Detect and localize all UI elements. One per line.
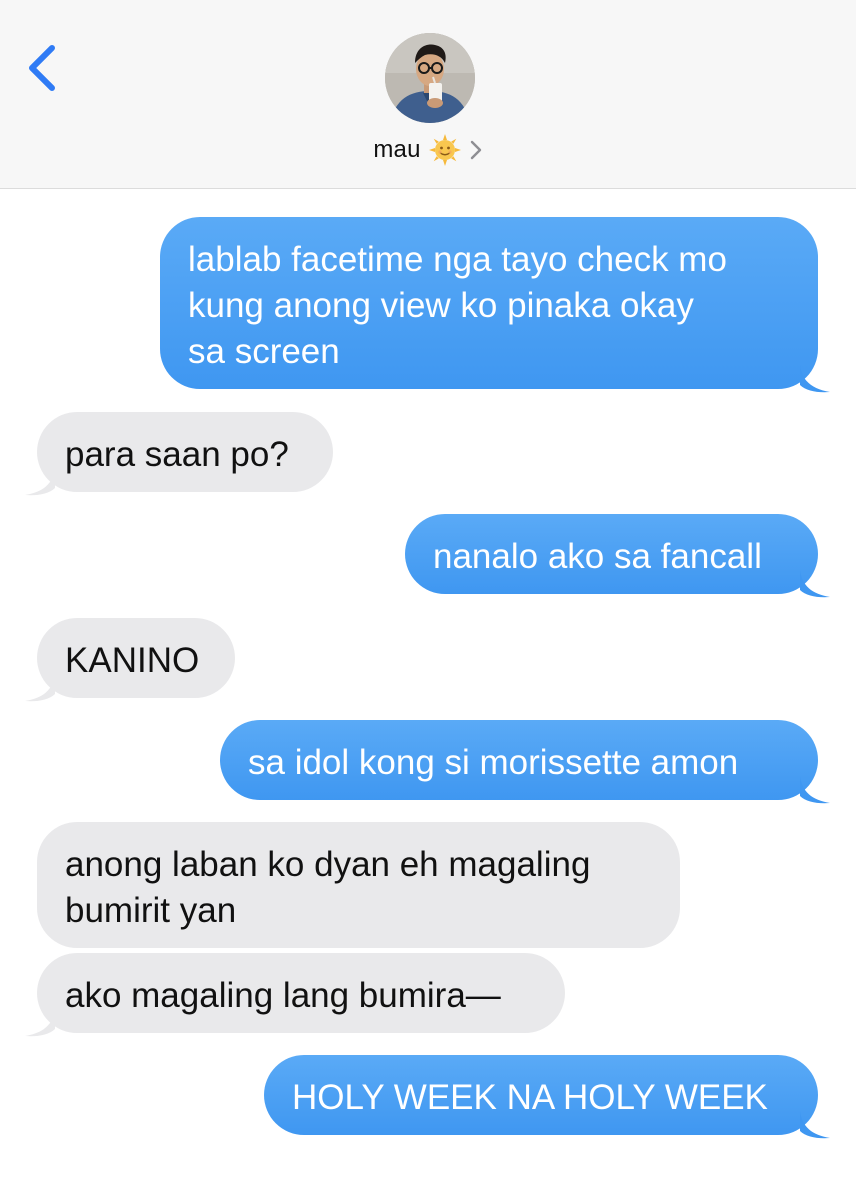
sun-with-face-icon bbox=[428, 134, 461, 166]
message-line: nanalo ako sa fancall bbox=[433, 537, 762, 576]
avatar-photo bbox=[385, 33, 475, 123]
message-line: sa idol kong si morissette amon bbox=[248, 743, 739, 782]
message-bubble-received[interactable]: para saan po? bbox=[25, 412, 333, 496]
bubble-tail bbox=[25, 1009, 55, 1037]
message-bubble-received[interactable]: ako magaling lang bumira— bbox=[25, 953, 565, 1037]
contact-name: mau bbox=[373, 136, 421, 163]
contact-details-link[interactable]: mau bbox=[0, 132, 856, 168]
chevron-left-icon bbox=[29, 45, 55, 91]
contact-avatar[interactable] bbox=[385, 33, 475, 123]
bubble-tail bbox=[800, 365, 830, 393]
message-line: KANINO bbox=[65, 641, 200, 680]
message-bubble-received[interactable]: KANINO bbox=[25, 618, 235, 702]
message-line: sa screen bbox=[188, 332, 340, 371]
back-button[interactable] bbox=[22, 40, 66, 96]
message-bubble-sent[interactable]: sa idol kong si morissette amon bbox=[220, 720, 830, 804]
bubble-tail bbox=[800, 570, 830, 598]
message-line: bumirit yan bbox=[65, 891, 237, 930]
message-bubble-received[interactable]: anong laban ko dyan eh magaling bumirit … bbox=[37, 822, 680, 948]
bubble-tail bbox=[25, 468, 55, 496]
chevron-right-icon bbox=[470, 140, 481, 160]
message-line: para saan po? bbox=[65, 435, 289, 474]
bubble-tail bbox=[800, 1111, 830, 1139]
message-line: lablab facetime nga tayo check mo bbox=[188, 240, 727, 279]
bubble-tail bbox=[25, 674, 55, 702]
message-line: ako magaling lang bumira— bbox=[65, 976, 501, 1015]
message-bubble-sent[interactable]: nanalo ako sa fancall bbox=[405, 514, 830, 598]
conversation-header: mau bbox=[0, 0, 856, 189]
bubble-tail bbox=[800, 776, 830, 804]
message-bubble-sent[interactable]: lablab facetime nga tayo check mo kung a… bbox=[160, 217, 830, 393]
message-line: kung anong view ko pinaka okay bbox=[188, 286, 694, 325]
message-bubble-sent[interactable]: HOLY WEEK NA HOLY WEEK bbox=[264, 1055, 830, 1139]
message-line: HOLY WEEK NA HOLY WEEK bbox=[292, 1078, 768, 1117]
message-line: anong laban ko dyan eh magaling bbox=[65, 845, 591, 884]
